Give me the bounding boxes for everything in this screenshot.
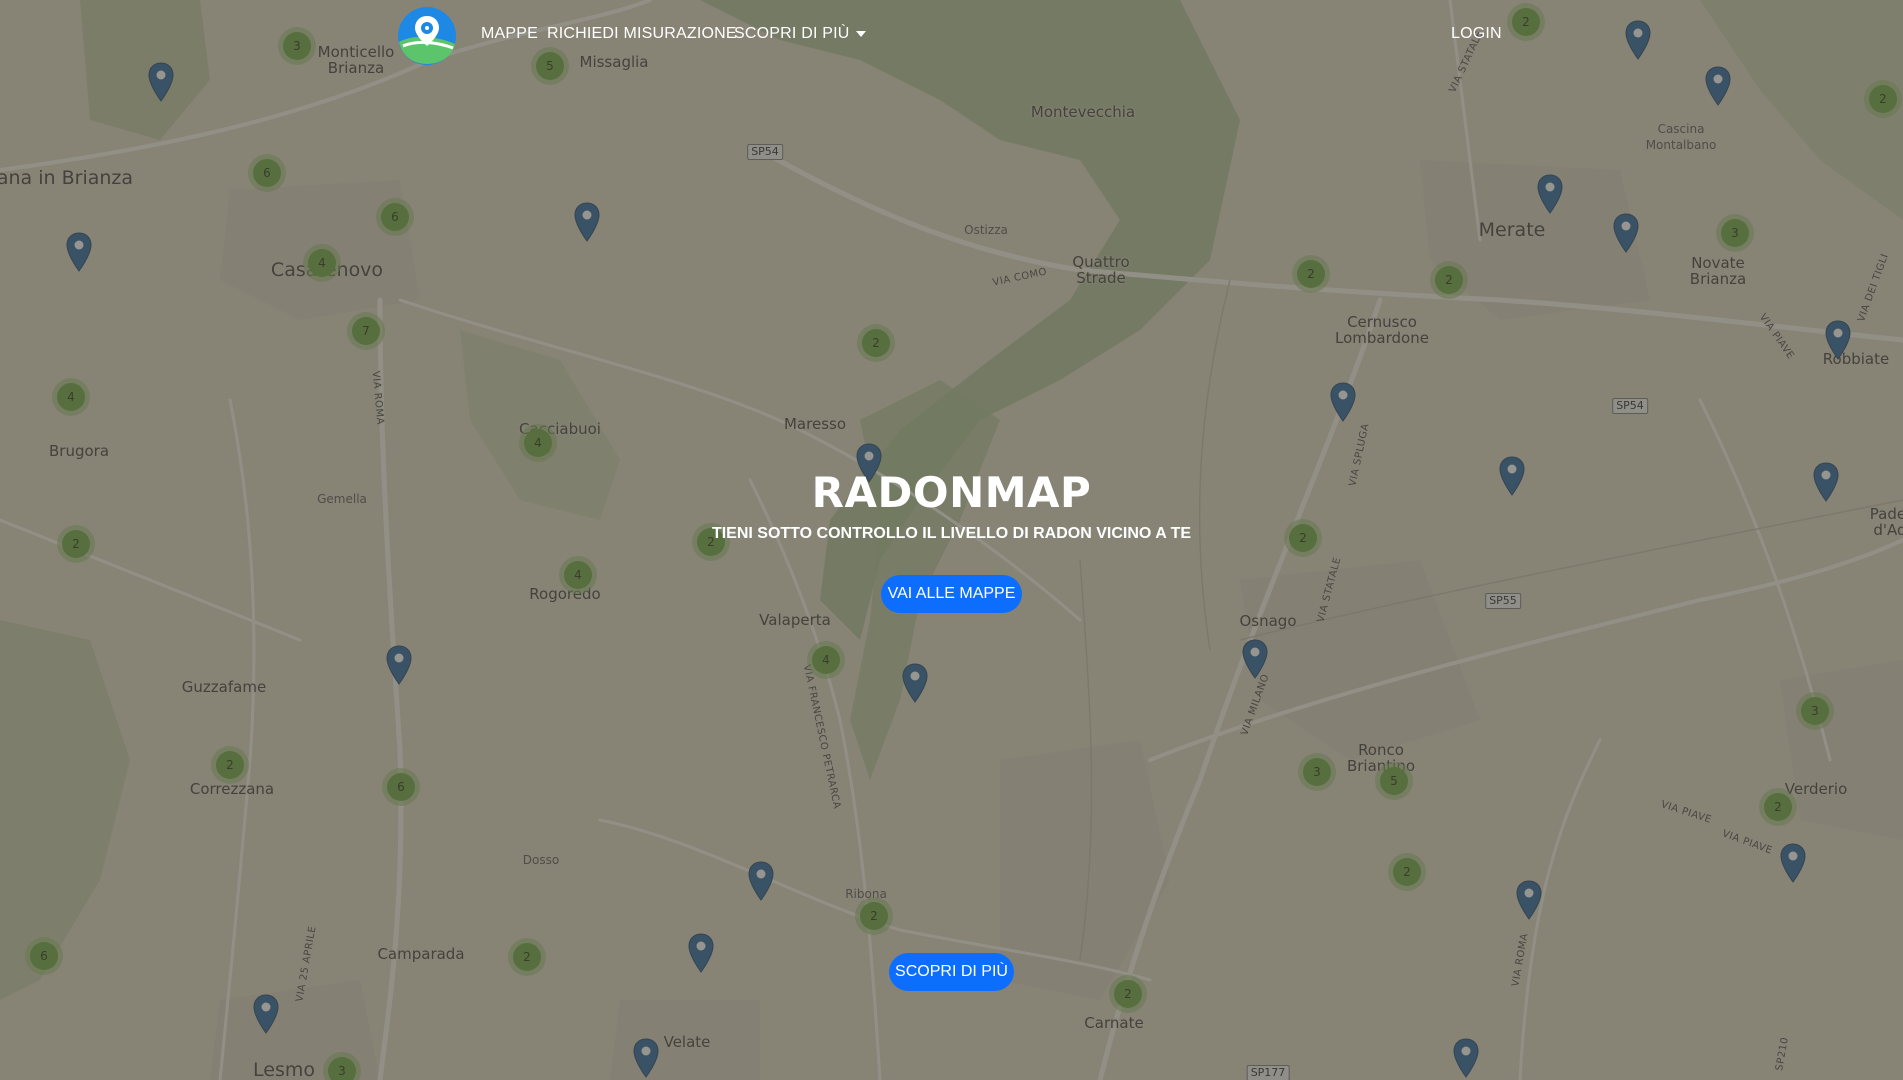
place-label: Quattro Strade [1072,253,1130,287]
place-label: Cernusco Lombardone [1335,313,1429,347]
place-label: Dosso [522,853,560,867]
place-label: Camparada [377,945,465,963]
nav-dropdown-learn-more[interactable]: SCOPRI DI PIÙ [734,25,866,43]
marker-cluster[interactable]: 6 [382,768,420,806]
map-marker-icon[interactable] [633,1038,659,1078]
place-label: Osnago [1239,612,1297,630]
place-label: Carnate [1084,1014,1144,1032]
go-to-maps-button[interactable]: VAI ALLE MAPPE [881,575,1022,613]
marker-cluster[interactable]: 2 [857,324,895,362]
map-marker-icon[interactable] [1453,1038,1479,1078]
marker-cluster[interactable]: 4 [519,424,557,462]
marker-cluster[interactable]: 5 [1375,762,1413,800]
place-label: Lesmo [253,1059,315,1080]
road-shield: SP54 [747,144,783,160]
marker-cluster[interactable]: 2 [1430,261,1468,299]
marker-cluster[interactable]: 4 [303,244,341,282]
map-marker-icon[interactable] [574,202,600,242]
place-label: Novate Brianza [1689,254,1747,288]
chevron-down-icon [855,30,866,37]
road-shield: SP177 [1246,1065,1290,1080]
marker-cluster[interactable]: 6 [25,937,63,975]
road-shield: SP54 [1612,398,1648,414]
marker-cluster[interactable]: 4 [52,378,90,416]
map-marker-icon[interactable] [1613,213,1639,253]
place-label: Montevecchia [1030,103,1136,121]
map-marker-icon[interactable] [66,232,92,272]
map-marker-icon[interactable] [386,645,412,685]
nav-link-login[interactable]: LOGIN [1451,25,1502,43]
marker-cluster[interactable]: 4 [559,556,597,594]
place-label: Verderio [1784,780,1848,798]
map-marker-icon[interactable] [253,994,279,1034]
map-marker-icon[interactable] [1537,174,1563,214]
road-shield: SP55 [1485,593,1521,609]
nav-link-maps[interactable]: MAPPE [481,25,538,43]
marker-cluster[interactable]: 6 [376,198,414,236]
map-marker-icon[interactable] [688,933,714,973]
top-navbar: MAPPE RICHIEDI MISURAZIONE SCOPRI DI PIÙ… [0,0,1903,72]
marker-cluster[interactable]: 3 [1298,753,1336,791]
place-label: Velate [663,1033,711,1051]
map-marker-icon[interactable] [1705,66,1731,106]
place-label: Cascina Montalbano [1645,122,1717,152]
marker-cluster[interactable]: 4 [807,641,845,679]
marker-cluster[interactable]: 3 [1796,692,1834,730]
marker-cluster[interactable]: 2 [211,746,249,784]
page-subtitle: TIENI SOTTO CONTROLLO IL LIVELLO DI RADO… [711,525,1192,542]
map-marker-icon[interactable] [1516,880,1542,920]
place-label: Guzzafame [181,678,267,696]
map-marker-icon[interactable] [902,663,928,703]
place-label: Brugora [48,442,110,460]
nav-link-request-measurement[interactable]: RICHIEDI MISURAZIONE [547,25,737,43]
learn-more-button[interactable]: SCOPRI DI PIÙ [889,953,1014,991]
map-marker-icon[interactable] [1330,382,1356,422]
place-label: sana in Brianza [0,167,134,189]
page-title: RADONMAP [811,468,1092,517]
place-label: Ostizza [964,223,1008,237]
marker-cluster[interactable]: 7 [347,312,385,350]
place-label: Maresso [783,415,847,433]
radon-map-logo[interactable] [397,6,457,66]
map-marker-icon[interactable] [1242,639,1268,679]
marker-cluster[interactable]: 2 [1388,853,1426,891]
map-marker-icon[interactable] [748,861,774,901]
marker-cluster[interactable]: 2 [1109,975,1147,1013]
nav-dropdown-label: SCOPRI DI PIÙ [734,25,850,42]
place-label: Merate [1478,219,1546,241]
marker-cluster[interactable]: 2 [1864,80,1902,118]
marker-cluster[interactable]: 2 [508,938,546,976]
marker-cluster[interactable]: 2 [855,897,893,935]
map-marker-icon[interactable] [1825,320,1851,360]
place-label: Valaperta [759,611,831,629]
marker-cluster[interactable]: 2 [1759,788,1797,826]
marker-cluster[interactable]: 2 [1292,255,1330,293]
marker-cluster[interactable]: 3 [1716,214,1754,252]
marker-cluster[interactable]: 6 [248,154,286,192]
map-marker-icon[interactable] [1780,843,1806,883]
